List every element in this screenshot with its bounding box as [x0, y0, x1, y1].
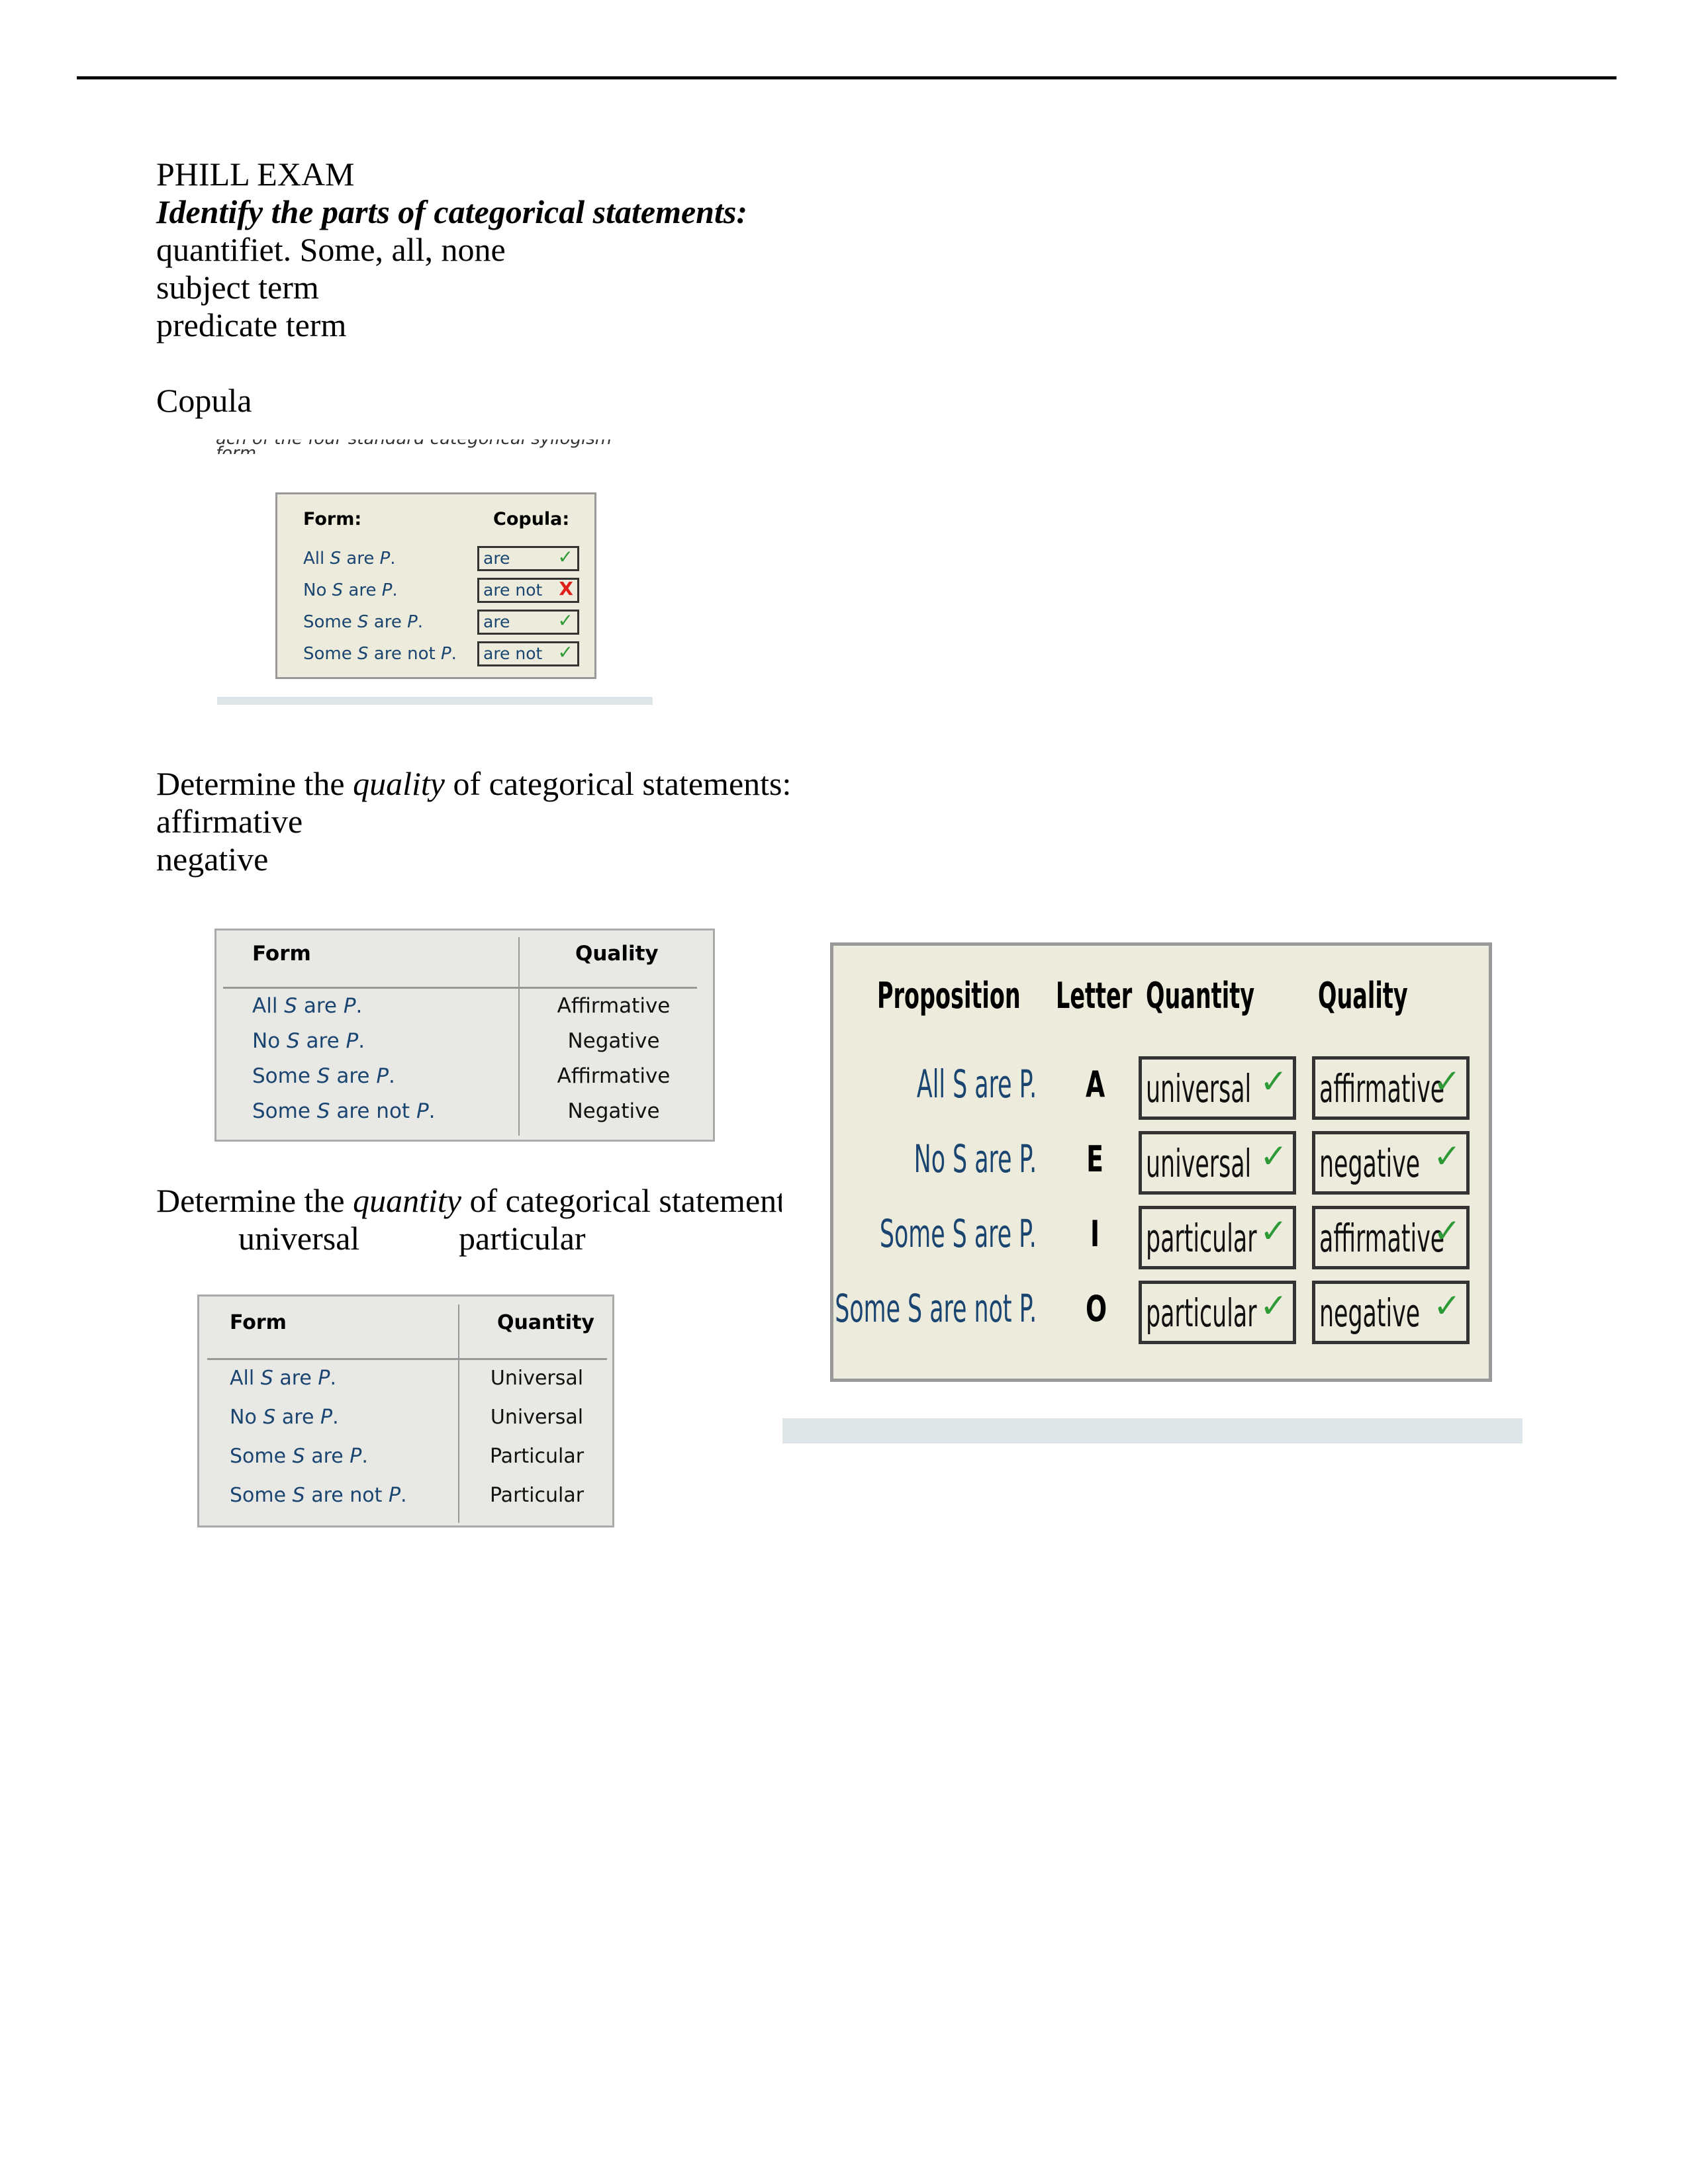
quantity-value-1: Universal [490, 1406, 584, 1429]
check-icon: ✓ [1260, 1062, 1288, 1101]
proposition-scrollbar-track [782, 1418, 1523, 1443]
check-icon: ✓ [557, 610, 573, 631]
copula-header-form: Form: [303, 509, 362, 529]
quality-form-0: All S are P. [252, 994, 363, 1018]
quality-table: Form Quality All S are P. Affirmative No… [214, 929, 715, 1142]
check-icon: ✓ [557, 641, 573, 663]
proposition-1: No S are P. [914, 1136, 1037, 1181]
section-heading-quality: Determine the quality of categorical sta… [156, 765, 792, 802]
quantity-option-particular: particular [459, 1220, 586, 1257]
column-divider [518, 937, 520, 1136]
parts-line-quantifier: quantifiet. Some, all, none [156, 231, 506, 268]
header-proposition: Proposition [877, 975, 1021, 1017]
header-divider [223, 987, 697, 989]
quality-value-3: Negative [567, 1099, 660, 1123]
quantity-answer-field-2[interactable]: particular ✓ [1139, 1206, 1296, 1269]
quality-form-1: No S are P. [252, 1029, 365, 1053]
copula-answer-field-2[interactable]: are ✓ [477, 610, 579, 635]
quantity-answer-field-0[interactable]: universal ✓ [1139, 1056, 1296, 1120]
quantity-form-3: Some S are not P. [230, 1484, 407, 1507]
quality-answer-field-1[interactable]: negative ✓ [1312, 1131, 1470, 1195]
quantity-form-2: Some S are P. [230, 1445, 368, 1468]
quality-value-1: Negative [567, 1029, 660, 1053]
quality-answer-field-3[interactable]: negative ✓ [1312, 1281, 1470, 1344]
copula-scrollbar-track [217, 697, 653, 705]
check-icon: ✓ [1433, 1212, 1461, 1250]
proposition-table: Proposition Letter Quantity Quality All … [830, 942, 1492, 1382]
proposition-2: Some S are P. [880, 1211, 1037, 1256]
column-divider [458, 1304, 459, 1523]
quality-answer-field-2[interactable]: affirmative ✓ [1312, 1206, 1470, 1269]
copula-form-1: No S are P. [303, 580, 398, 600]
quality-answer-field-0[interactable]: affirmative ✓ [1312, 1056, 1470, 1120]
quantity-option-universal: universal [238, 1220, 360, 1257]
check-icon: ✓ [1260, 1287, 1288, 1325]
parts-line-predicate: predicate term [156, 306, 347, 343]
quantity-value-0: Universal [490, 1367, 584, 1390]
quantity-form-0: All S are P. [230, 1367, 337, 1390]
quality-value-0: Affirmative [557, 994, 671, 1018]
letter-3: O [1086, 1288, 1107, 1330]
copula-answer-field-0[interactable]: are ✓ [477, 546, 579, 571]
quality-line-affirmative: affirmative [156, 803, 303, 840]
copula-label: Copula [156, 382, 252, 419]
letter-0: A [1086, 1064, 1105, 1105]
quality-line-negative: negative [156, 841, 269, 878]
copula-answer-field-1[interactable]: are not X [477, 578, 579, 603]
quantity-value-2: Particular [489, 1445, 585, 1468]
header-divider [207, 1358, 607, 1360]
copula-form-2: Some S are P. [303, 612, 424, 632]
document-title: PHILL EXAM [156, 156, 355, 193]
check-icon: ✓ [1433, 1137, 1461, 1175]
quantity-header-quantity: Quantity [497, 1311, 594, 1334]
quantity-answer-field-3[interactable]: particular ✓ [1139, 1281, 1296, 1344]
quantity-answer-field-1[interactable]: universal ✓ [1139, 1131, 1296, 1195]
copula-form-3: Some S are not P. [303, 644, 457, 664]
quality-form-2: Some S are P. [252, 1064, 395, 1088]
quantity-form-1: No S are P. [230, 1406, 339, 1429]
proposition-0: All S are P. [916, 1062, 1037, 1107]
letter-2: I [1090, 1213, 1100, 1255]
quantity-header-form: Form [230, 1311, 287, 1334]
section-heading-quantity: Determine the quantity of categorical st… [156, 1182, 782, 1219]
check-icon: ✓ [557, 546, 573, 568]
cross-icon: X [559, 578, 573, 600]
quantity-table: Form Quantity All S are P. Universal No … [197, 1295, 614, 1527]
quality-header-quality: Quality [575, 942, 659, 966]
quality-header-form: Form [252, 942, 311, 966]
copula-answer-field-3[interactable]: are not ✓ [477, 641, 579, 666]
cropped-caption: ach of the four standard categorical syl… [216, 439, 612, 454]
header-quality: Quality [1318, 975, 1408, 1017]
check-icon: ✓ [1433, 1287, 1461, 1325]
parts-line-subject: subject term [156, 269, 319, 306]
check-icon: ✓ [1433, 1062, 1461, 1101]
letter-1: E [1086, 1138, 1103, 1180]
section-heading-parts: Identify the parts of categorical statem… [156, 193, 747, 230]
quality-value-2: Affirmative [557, 1064, 671, 1088]
copula-table: Form: Copula: All S are P. are ✓ No S are… [275, 492, 596, 679]
copula-header-copula: Copula: [493, 509, 570, 529]
check-icon: ✓ [1260, 1137, 1288, 1175]
quantity-value-3: Particular [489, 1484, 585, 1507]
quality-form-3: Some S are not P. [252, 1099, 436, 1123]
check-icon: ✓ [1260, 1212, 1288, 1250]
copula-form-0: All S are P. [303, 549, 396, 569]
header-letter: Letter [1056, 975, 1133, 1017]
header-rule [77, 76, 1617, 79]
header-quantity: Quantity [1146, 975, 1255, 1017]
proposition-3: Some S are not P. [835, 1286, 1037, 1331]
